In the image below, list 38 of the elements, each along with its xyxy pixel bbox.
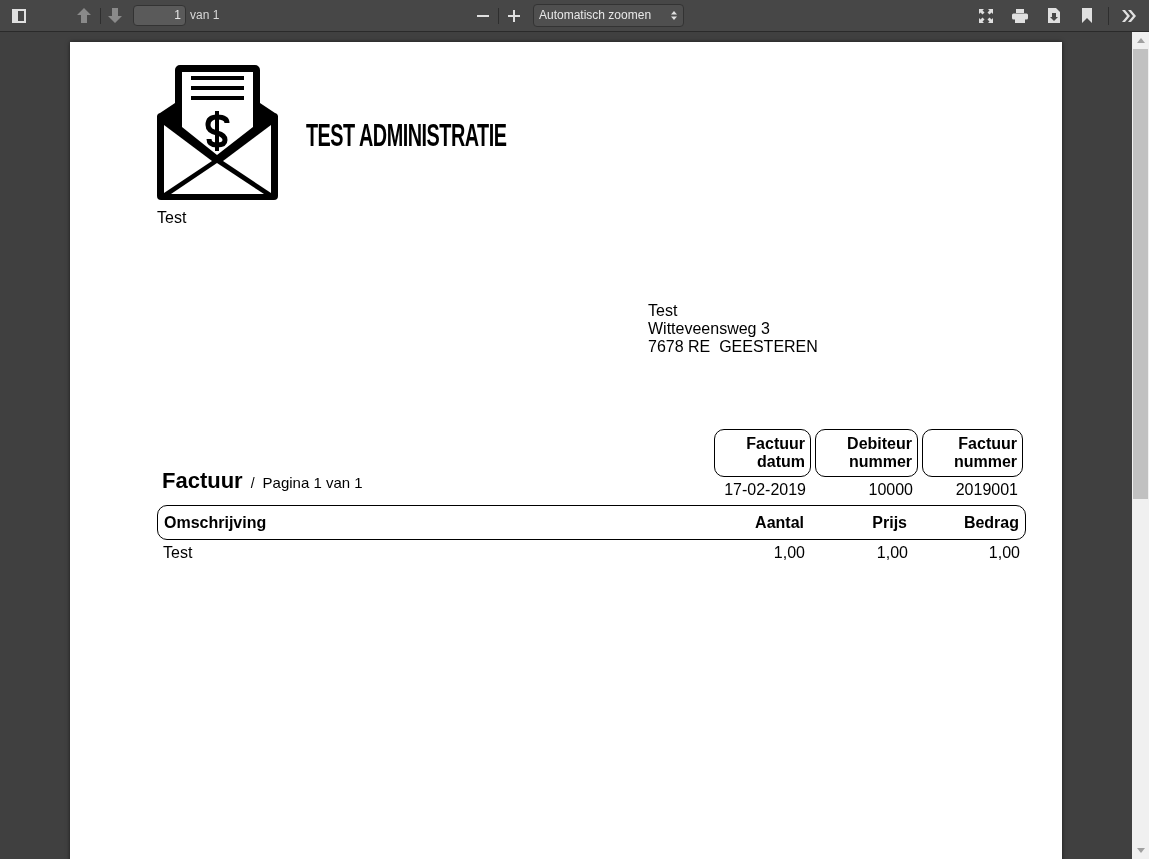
column-heading-box: Factuur nummer [922, 429, 1023, 477]
print-icon[interactable] [1012, 9, 1028, 23]
table-cell-text: Test [163, 544, 194, 562]
address-line: 7678 RE GEESTEREN [648, 338, 818, 356]
column-header: Aantal [754, 512, 804, 533]
fullscreen-icon[interactable] [979, 9, 993, 23]
company-name: TEST ADMINISTRATIE [306, 117, 507, 153]
table-cell-text: 1,00 [772, 544, 805, 562]
column-header: Prijs [871, 512, 907, 533]
zoom-in-icon[interactable] [508, 10, 520, 22]
table-cell-text: 1,00 [875, 544, 908, 562]
scrollbar[interactable] [1132, 32, 1149, 859]
up-arrow-icon[interactable] [77, 8, 91, 23]
table-cell-text: 1,00 [987, 544, 1020, 562]
address-line: Test [648, 302, 679, 320]
column-heading-box: Factuur datum [714, 429, 811, 477]
sidebar-toggle-icon[interactable] [12, 9, 26, 23]
info-value: 2019001 [954, 481, 1019, 499]
envelope-invoice-icon [157, 65, 278, 200]
zoom-select[interactable]: Automatisch zoomen [533, 4, 684, 27]
select-arrows-icon [671, 11, 677, 20]
bookmark-icon[interactable] [1082, 8, 1092, 23]
sender-name: Test [157, 209, 187, 227]
info-value: 10000 [867, 481, 914, 499]
title-separator: / [250, 473, 255, 493]
page-number-field[interactable]: 1 [133, 5, 186, 26]
invoice-title: Factuur [162, 468, 243, 493]
page-label: Pagina 1 van 1 [262, 472, 363, 493]
more-tools-icon[interactable] [1122, 10, 1136, 22]
column-heading-box: Debiteur nummer [815, 429, 918, 477]
download-icon[interactable] [1048, 8, 1060, 23]
column-header: Omschrijving [164, 512, 268, 533]
scrollbar-thumb[interactable] [1133, 49, 1148, 499]
down-arrow-icon[interactable] [108, 8, 122, 23]
info-value: 17-02-2019 [723, 481, 807, 499]
page-count: van 1 [190, 8, 220, 23]
column-header: Bedrag [962, 512, 1019, 533]
address-line: Witteveensweg 3 [648, 320, 771, 338]
